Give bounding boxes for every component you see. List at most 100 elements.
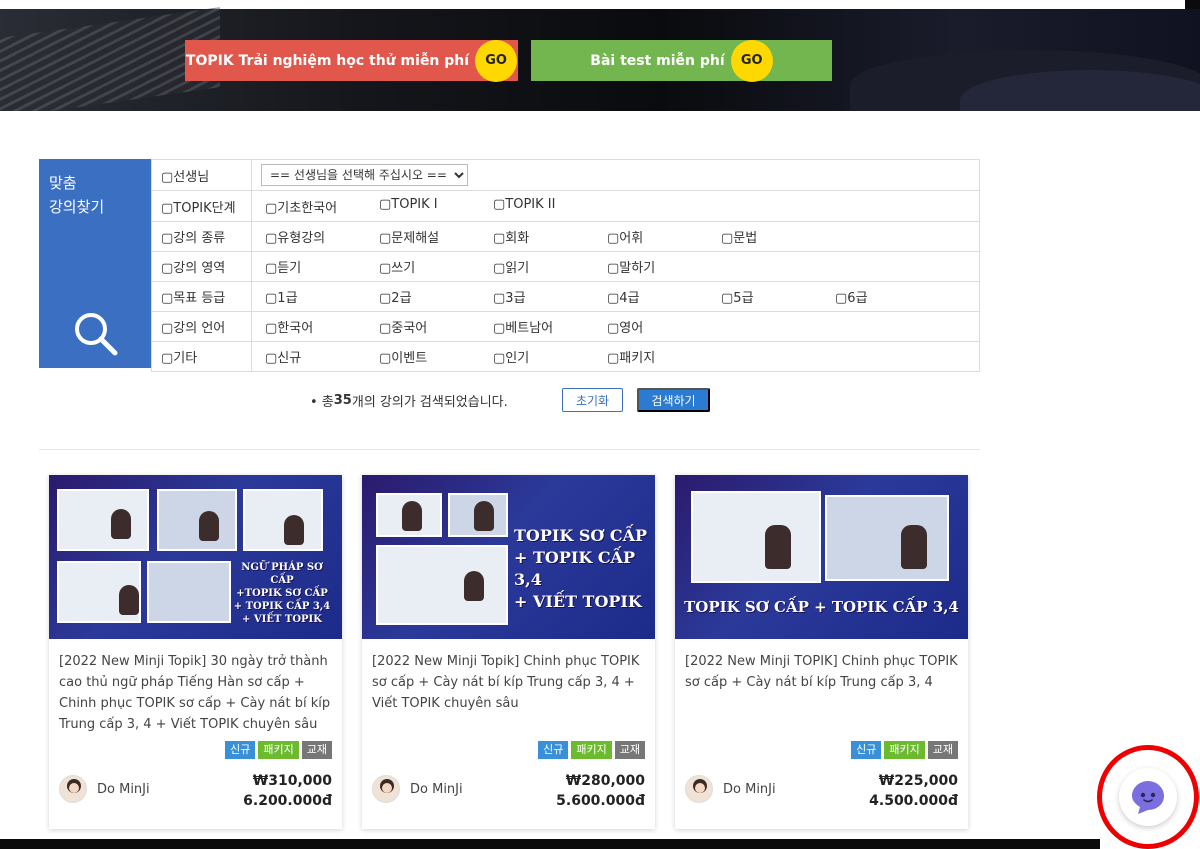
- checkbox-icon[interactable]: ▢: [721, 231, 733, 246]
- filter-checkbox[interactable]: ▢중국어: [379, 317, 493, 336]
- price-krw: ₩225,000: [878, 773, 958, 789]
- filter-checkbox[interactable]: ▢6급: [835, 287, 949, 306]
- filter-checkbox[interactable]: ▢회화: [493, 227, 607, 246]
- filter-checkbox[interactable]: ▢패키지: [607, 347, 721, 366]
- thumbnail-person: [111, 509, 131, 539]
- price-vnd: 6.200.000đ: [243, 793, 332, 809]
- filter-checkbox[interactable]: ▢이벤트: [379, 347, 493, 366]
- filter-checkbox[interactable]: ▢한국어: [265, 317, 379, 336]
- course-thumbnail[interactable]: NGỮ PHÁP SƠ CẤP +TOPIK SƠ CẤP + TOPIK CẤ…: [49, 475, 342, 639]
- checkbox-icon[interactable]: ▢: [265, 261, 277, 276]
- checkbox-icon[interactable]: ▢: [493, 351, 505, 366]
- finder-title: 강의찾기: [49, 198, 105, 216]
- checkbox-icon[interactable]: ▢: [493, 291, 505, 306]
- checkbox-icon[interactable]: ▢: [607, 321, 619, 336]
- checkbox-icon[interactable]: ▢: [835, 291, 847, 306]
- checkbox-icon[interactable]: ▢: [379, 231, 391, 246]
- checkbox-icon[interactable]: ▢: [493, 197, 505, 212]
- filter-label[interactable]: ▢TOPIK단계: [151, 190, 252, 222]
- course-thumbnail[interactable]: TOPIK SƠ CẤP + TOPIK CẤP 3,4 + VIẾT TOPI…: [362, 475, 655, 639]
- checkbox-icon[interactable]: ▢: [379, 261, 391, 276]
- checkbox-icon[interactable]: ▢: [265, 321, 277, 336]
- checkbox-icon[interactable]: ▢: [493, 261, 505, 276]
- checkbox-icon[interactable]: ▢: [607, 351, 619, 366]
- course-card[interactable]: TOPIK SƠ CẤP + TOPIK CẤP 3,4 + VIẾT TOPI…: [362, 475, 655, 829]
- filter-option-label: 베트남어: [505, 321, 554, 336]
- filter-options-group: ▢유형강의 ▢문제해설 ▢회화 ▢어휘 ▢문법: [261, 227, 970, 246]
- filter-checkbox[interactable]: ▢문법: [721, 227, 835, 246]
- thumbnail-title: TOPIK SƠ CẤP + TOPIK CẤP 3,4 + VIẾT TOPI…: [514, 525, 655, 613]
- filter-checkbox[interactable]: ▢읽기: [493, 257, 607, 276]
- checkbox-icon[interactable]: ▢: [379, 351, 391, 366]
- free-trial-label: TOPIK Trải nghiệm học thử miễn phí: [185, 52, 470, 69]
- filter-label[interactable]: ▢강의 언어: [151, 311, 252, 342]
- course-tags: 신규 패키지 교재: [851, 741, 958, 759]
- filter-checkbox[interactable]: ▢5급: [721, 287, 835, 306]
- course-author: Do MinJi: [59, 775, 150, 803]
- reset-button[interactable]: 초기화: [562, 388, 623, 412]
- avatar: [59, 775, 87, 803]
- filter-table: ▢선생님 == 선생님을 선택해 주십시오 == ▢TOPIK단계 ▢기초한국어 ▢…: [151, 159, 980, 372]
- checkbox-icon[interactable]: ▢: [493, 321, 505, 336]
- filter-checkbox[interactable]: ▢1급: [265, 287, 379, 306]
- checkbox-icon[interactable]: ▢: [265, 231, 277, 246]
- filter-label[interactable]: ▢기타: [151, 341, 252, 372]
- filter-label[interactable]: ▢강의 종류: [151, 221, 252, 252]
- teacher-select[interactable]: == 선생님을 선택해 주십시오 ==: [261, 164, 468, 186]
- filter-checkbox[interactable]: ▢4급: [607, 287, 721, 306]
- search-button[interactable]: 검색하기: [637, 388, 710, 412]
- filter-options: ▢기초한국어 ▢TOPIK I ▢TOPIK II: [251, 190, 980, 222]
- checkbox-icon[interactable]: ▢: [379, 197, 391, 212]
- filter-option-label: 1급: [277, 291, 298, 306]
- course-thumbnail[interactable]: TOPIK SƠ CẤP + TOPIK CẤP 3,4: [675, 475, 968, 639]
- free-trial-button[interactable]: TOPIK Trải nghiệm học thử miễn phí GO: [185, 39, 518, 82]
- chat-button[interactable]: [1119, 768, 1177, 826]
- course-card[interactable]: NGỮ PHÁP SƠ CẤP +TOPIK SƠ CẤP + TOPIK CẤ…: [49, 475, 342, 829]
- free-test-button[interactable]: Bài test miễn phí GO: [531, 39, 832, 82]
- checkbox-icon[interactable]: ▢: [607, 261, 619, 276]
- tag-textbook: 교재: [927, 741, 958, 759]
- filter-checkbox[interactable]: ▢어휘: [607, 227, 721, 246]
- checkbox-icon[interactable]: ▢: [379, 291, 391, 306]
- filter-checkbox[interactable]: ▢2급: [379, 287, 493, 306]
- checkbox-icon[interactable]: ▢: [379, 321, 391, 336]
- filter-option-label: 이벤트: [391, 351, 428, 366]
- filter-checkbox[interactable]: ▢기초한국어: [265, 197, 379, 216]
- course-description[interactable]: [2022 New Minji TOPIK] Chinh phục TOPIK …: [685, 651, 961, 693]
- checkbox-icon[interactable]: ▢: [265, 351, 277, 366]
- filter-option-label: 문법: [733, 231, 758, 246]
- filter-checkbox[interactable]: ▢영어: [607, 317, 721, 336]
- filter-option-label: 2급: [391, 291, 412, 306]
- thumbnail-title-line: +TOPIK SƠ CẤP: [236, 588, 328, 599]
- course-card[interactable]: TOPIK SƠ CẤP + TOPIK CẤP 3,4 [2022 New M…: [675, 475, 968, 829]
- checkbox-icon[interactable]: ▢: [265, 201, 277, 216]
- filter-checkbox[interactable]: ▢신규: [265, 347, 379, 366]
- filter-checkbox[interactable]: ▢유형강의: [265, 227, 379, 246]
- course-price: ₩310,000 6.200.000đ: [243, 771, 332, 811]
- checkbox-icon[interactable]: ▢: [265, 291, 277, 306]
- filter-label[interactable]: ▢강의 영역: [151, 251, 252, 282]
- filter-checkbox[interactable]: ▢인기: [493, 347, 607, 366]
- filter-label[interactable]: ▢목표 등급: [151, 281, 252, 312]
- filter-options: ▢유형강의 ▢문제해설 ▢회화 ▢어휘 ▢문법: [251, 221, 980, 252]
- thumbnail-person: [474, 501, 494, 531]
- course-description[interactable]: [2022 New Minji Topik] Chinh phục TOPIK …: [372, 651, 648, 714]
- checkbox-icon[interactable]: ▢: [721, 291, 733, 306]
- filter-checkbox[interactable]: ▢3급: [493, 287, 607, 306]
- filter-checkbox[interactable]: ▢말하기: [607, 257, 721, 276]
- filter-checkbox[interactable]: ▢듣기: [265, 257, 379, 276]
- course-description[interactable]: [2022 New Minji Topik] 30 ngày trở thành…: [59, 651, 335, 735]
- filter-checkbox[interactable]: ▢베트남어: [493, 317, 607, 336]
- filter-checkbox[interactable]: ▢쓰기: [379, 257, 493, 276]
- filter-option-label: TOPIK I: [391, 196, 438, 212]
- checkbox-icon[interactable]: ▢: [493, 231, 505, 246]
- filter-checkbox[interactable]: ▢문제해설: [379, 227, 493, 246]
- filter-option-label: 문제해설: [391, 231, 440, 246]
- filter-checkbox[interactable]: ▢TOPIK II: [493, 197, 607, 216]
- filter-option-label: 회화: [505, 231, 530, 246]
- filter-options-group: ▢듣기 ▢쓰기 ▢읽기 ▢말하기: [261, 257, 970, 276]
- course-price: ₩225,000 4.500.000đ: [869, 771, 958, 811]
- checkbox-icon[interactable]: ▢: [607, 231, 619, 246]
- filter-checkbox[interactable]: ▢TOPIK I: [379, 197, 493, 216]
- checkbox-icon[interactable]: ▢: [607, 291, 619, 306]
